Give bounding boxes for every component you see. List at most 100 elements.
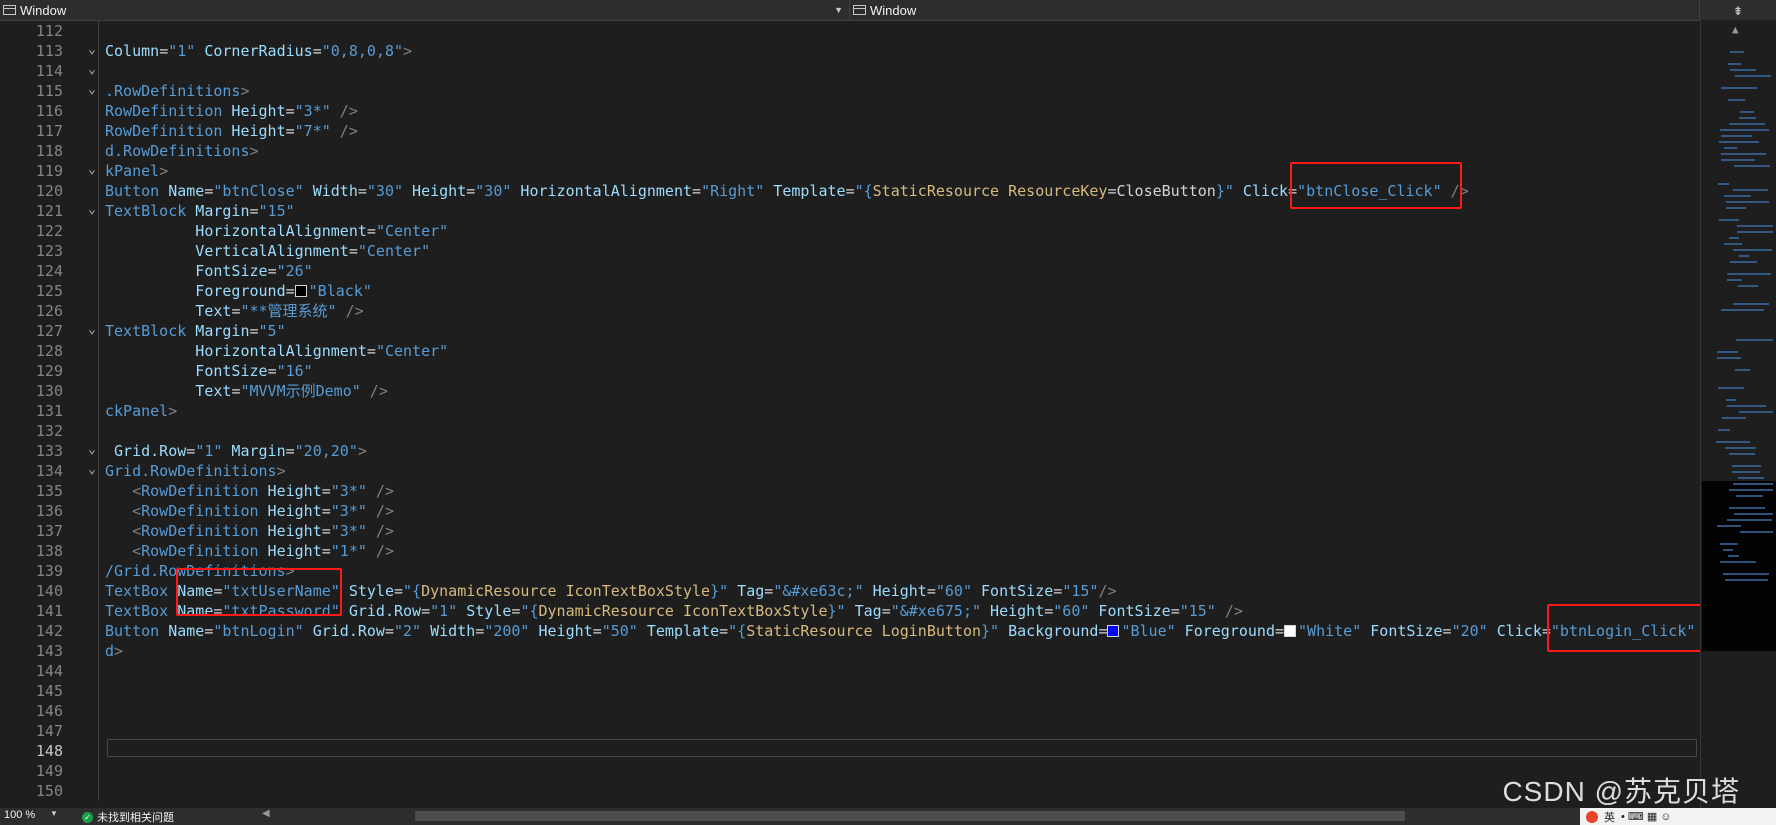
color-swatch-icon[interactable] xyxy=(1284,625,1297,637)
code-token: "50" xyxy=(601,622,638,640)
code-line[interactable]: 150 xyxy=(0,781,1700,801)
line-number: 132 xyxy=(35,422,63,440)
scroll-up-icon[interactable]: ▲ xyxy=(1732,23,1739,36)
code-line[interactable]: 144 xyxy=(0,661,1700,681)
color-swatch-icon[interactable] xyxy=(294,285,307,297)
code-token: Text xyxy=(105,302,232,320)
minimap-line xyxy=(1724,195,1751,197)
code-line[interactable]: 117 RowDefinition Height="7*" /> xyxy=(0,121,1700,141)
indent-guide xyxy=(98,301,99,321)
code-line[interactable]: 125 Foreground= "Black" xyxy=(0,281,1700,301)
code-line[interactable]: 127 ⌄ TextBlock Margin="5" xyxy=(0,321,1700,341)
code-token: < xyxy=(105,542,142,560)
chevron-down-icon[interactable]: ▼ xyxy=(50,809,58,818)
code-token: ResourceKey xyxy=(999,182,1108,200)
fold-toggle-icon[interactable]: ⌄ xyxy=(88,200,96,220)
type-dropdown[interactable]: Window ▼ xyxy=(0,0,850,20)
line-number: 142 xyxy=(35,622,63,640)
minimap[interactable]: ▲ xyxy=(1700,21,1776,808)
code-token: "3*" xyxy=(330,522,367,540)
fold-toggle-icon[interactable]: ⌄ xyxy=(88,80,96,100)
code-line[interactable]: 124 FontSize="26" xyxy=(0,261,1700,281)
indent-guide xyxy=(98,601,99,621)
member-dropdown[interactable]: Window xyxy=(850,0,1700,20)
code-line[interactable]: 135 <RowDefinition Height="3*" /> xyxy=(0,481,1700,501)
code-line[interactable]: 122 HorizontalAlignment="Center" xyxy=(0,221,1700,241)
minimap-line xyxy=(1720,561,1756,563)
code-line[interactable]: 138 <RowDefinition Height="1*" /> xyxy=(0,541,1700,561)
code-line[interactable]: 133 ⌄ Grid.Row="1" Margin="20,20"> xyxy=(0,441,1700,461)
code-token: Tag xyxy=(845,602,882,620)
ime-toolbar[interactable]: 英 • ⌨ ▦ ☺ xyxy=(1580,808,1776,825)
code-line[interactable]: 115 ⌄ .RowDefinitions> xyxy=(0,81,1700,101)
code-editor[interactable]: 112 113 ⌄ Column="1" CornerRadius="0,8,0,8"… xyxy=(0,21,1703,808)
fold-toggle-icon[interactable]: ⌄ xyxy=(88,160,96,180)
code-token: kPanel xyxy=(105,162,160,180)
code-line[interactable]: 114 ⌄ xyxy=(0,61,1700,81)
code-line[interactable]: 126 Text="**管理系统" /> xyxy=(0,301,1700,321)
code-line[interactable]: 112 xyxy=(0,21,1700,41)
fold-toggle-icon[interactable]: ⌄ xyxy=(88,320,96,340)
code-token: > xyxy=(403,42,413,60)
code-token: = xyxy=(475,622,485,640)
code-line[interactable]: 146 xyxy=(0,701,1700,721)
code-token: = xyxy=(1053,582,1063,600)
ime-language[interactable]: 英 xyxy=(1604,809,1615,825)
code-token: /> xyxy=(1215,602,1243,620)
code-line[interactable]: 132 xyxy=(0,421,1700,441)
code-line[interactable]: 128 HorizontalAlignment="Center" xyxy=(0,341,1700,361)
code-line[interactable]: 113 ⌄ Column="1" CornerRadius="0,8,0,8"> xyxy=(0,41,1700,61)
indent-guide xyxy=(98,221,99,241)
code-token: /> xyxy=(330,102,358,120)
line-code: TextBlock Margin="15" xyxy=(105,201,295,221)
code-token: /> xyxy=(366,522,394,540)
code-token: = xyxy=(366,222,376,240)
zoom-level[interactable]: 100 % xyxy=(4,809,35,821)
code-line[interactable]: 136 <RowDefinition Height="3*" /> xyxy=(0,501,1700,521)
indent-guide xyxy=(98,81,99,101)
code-token: = xyxy=(267,362,277,380)
scroll-left-icon[interactable]: ◀ xyxy=(262,808,270,819)
code-token: RowDefinition xyxy=(105,122,223,140)
line-code: FontSize="16" xyxy=(105,361,312,381)
code-line[interactable]: 148 xyxy=(0,741,1700,761)
code-token: Margin xyxy=(186,202,250,220)
code-token: = xyxy=(267,262,277,280)
ime-tools[interactable]: • ⌨ ▦ ☺ xyxy=(1621,810,1672,823)
fold-toggle-icon[interactable]: ⌄ xyxy=(88,40,96,60)
code-line[interactable]: 129 FontSize="16" xyxy=(0,361,1700,381)
code-line[interactable]: 116 RowDefinition Height="3*" /> xyxy=(0,101,1700,121)
code-token: > xyxy=(357,442,367,460)
horizontal-scrollbar[interactable] xyxy=(415,811,1405,821)
fold-toggle-icon[interactable]: ⌄ xyxy=(88,460,96,480)
code-line[interactable]: 131 ckPanel> xyxy=(0,401,1700,421)
code-line[interactable]: 142 Button Name="btnLogin" Grid.Row="2" W… xyxy=(0,621,1700,641)
indent-guide xyxy=(98,741,99,761)
minimap-line xyxy=(1721,309,1764,311)
code-token: = xyxy=(357,182,367,200)
code-line[interactable]: 134 ⌄ Grid.RowDefinitions> xyxy=(0,461,1700,481)
color-swatch-icon[interactable] xyxy=(1107,625,1120,637)
code-token: Grid.Row xyxy=(303,622,385,640)
code-token: Template xyxy=(637,622,720,640)
code-line[interactable]: 137 <RowDefinition Height="3*" /> xyxy=(0,521,1700,541)
code-token: "{ xyxy=(403,582,422,600)
split-window-button[interactable]: ⇟ xyxy=(1700,0,1776,20)
issues-indicator[interactable]: ✓ 未找到相关问题 xyxy=(82,809,174,825)
fold-toggle-icon[interactable]: ⌄ xyxy=(88,440,96,460)
code-line[interactable]: 123 VerticalAlignment="Center" xyxy=(0,241,1700,261)
code-line[interactable]: 118 d.RowDefinitions> xyxy=(0,141,1700,161)
code-line[interactable]: 143 d> xyxy=(0,641,1700,661)
code-line[interactable]: 149 xyxy=(0,761,1700,781)
code-token: = xyxy=(321,542,331,560)
chevron-down-icon: ▼ xyxy=(834,5,843,15)
code-line[interactable]: 147 xyxy=(0,721,1700,741)
code-line[interactable]: 130 Text="MVVM示例Demo" /> xyxy=(0,381,1700,401)
code-token: = xyxy=(285,122,295,140)
code-line[interactable]: 145 xyxy=(0,681,1700,701)
minimap-line xyxy=(1733,483,1773,485)
minimap-line xyxy=(1735,75,1771,77)
fold-toggle-icon[interactable]: ⌄ xyxy=(88,60,96,80)
code-token: DynamicResource xyxy=(538,602,674,620)
code-token: RowDefinition xyxy=(105,102,223,120)
